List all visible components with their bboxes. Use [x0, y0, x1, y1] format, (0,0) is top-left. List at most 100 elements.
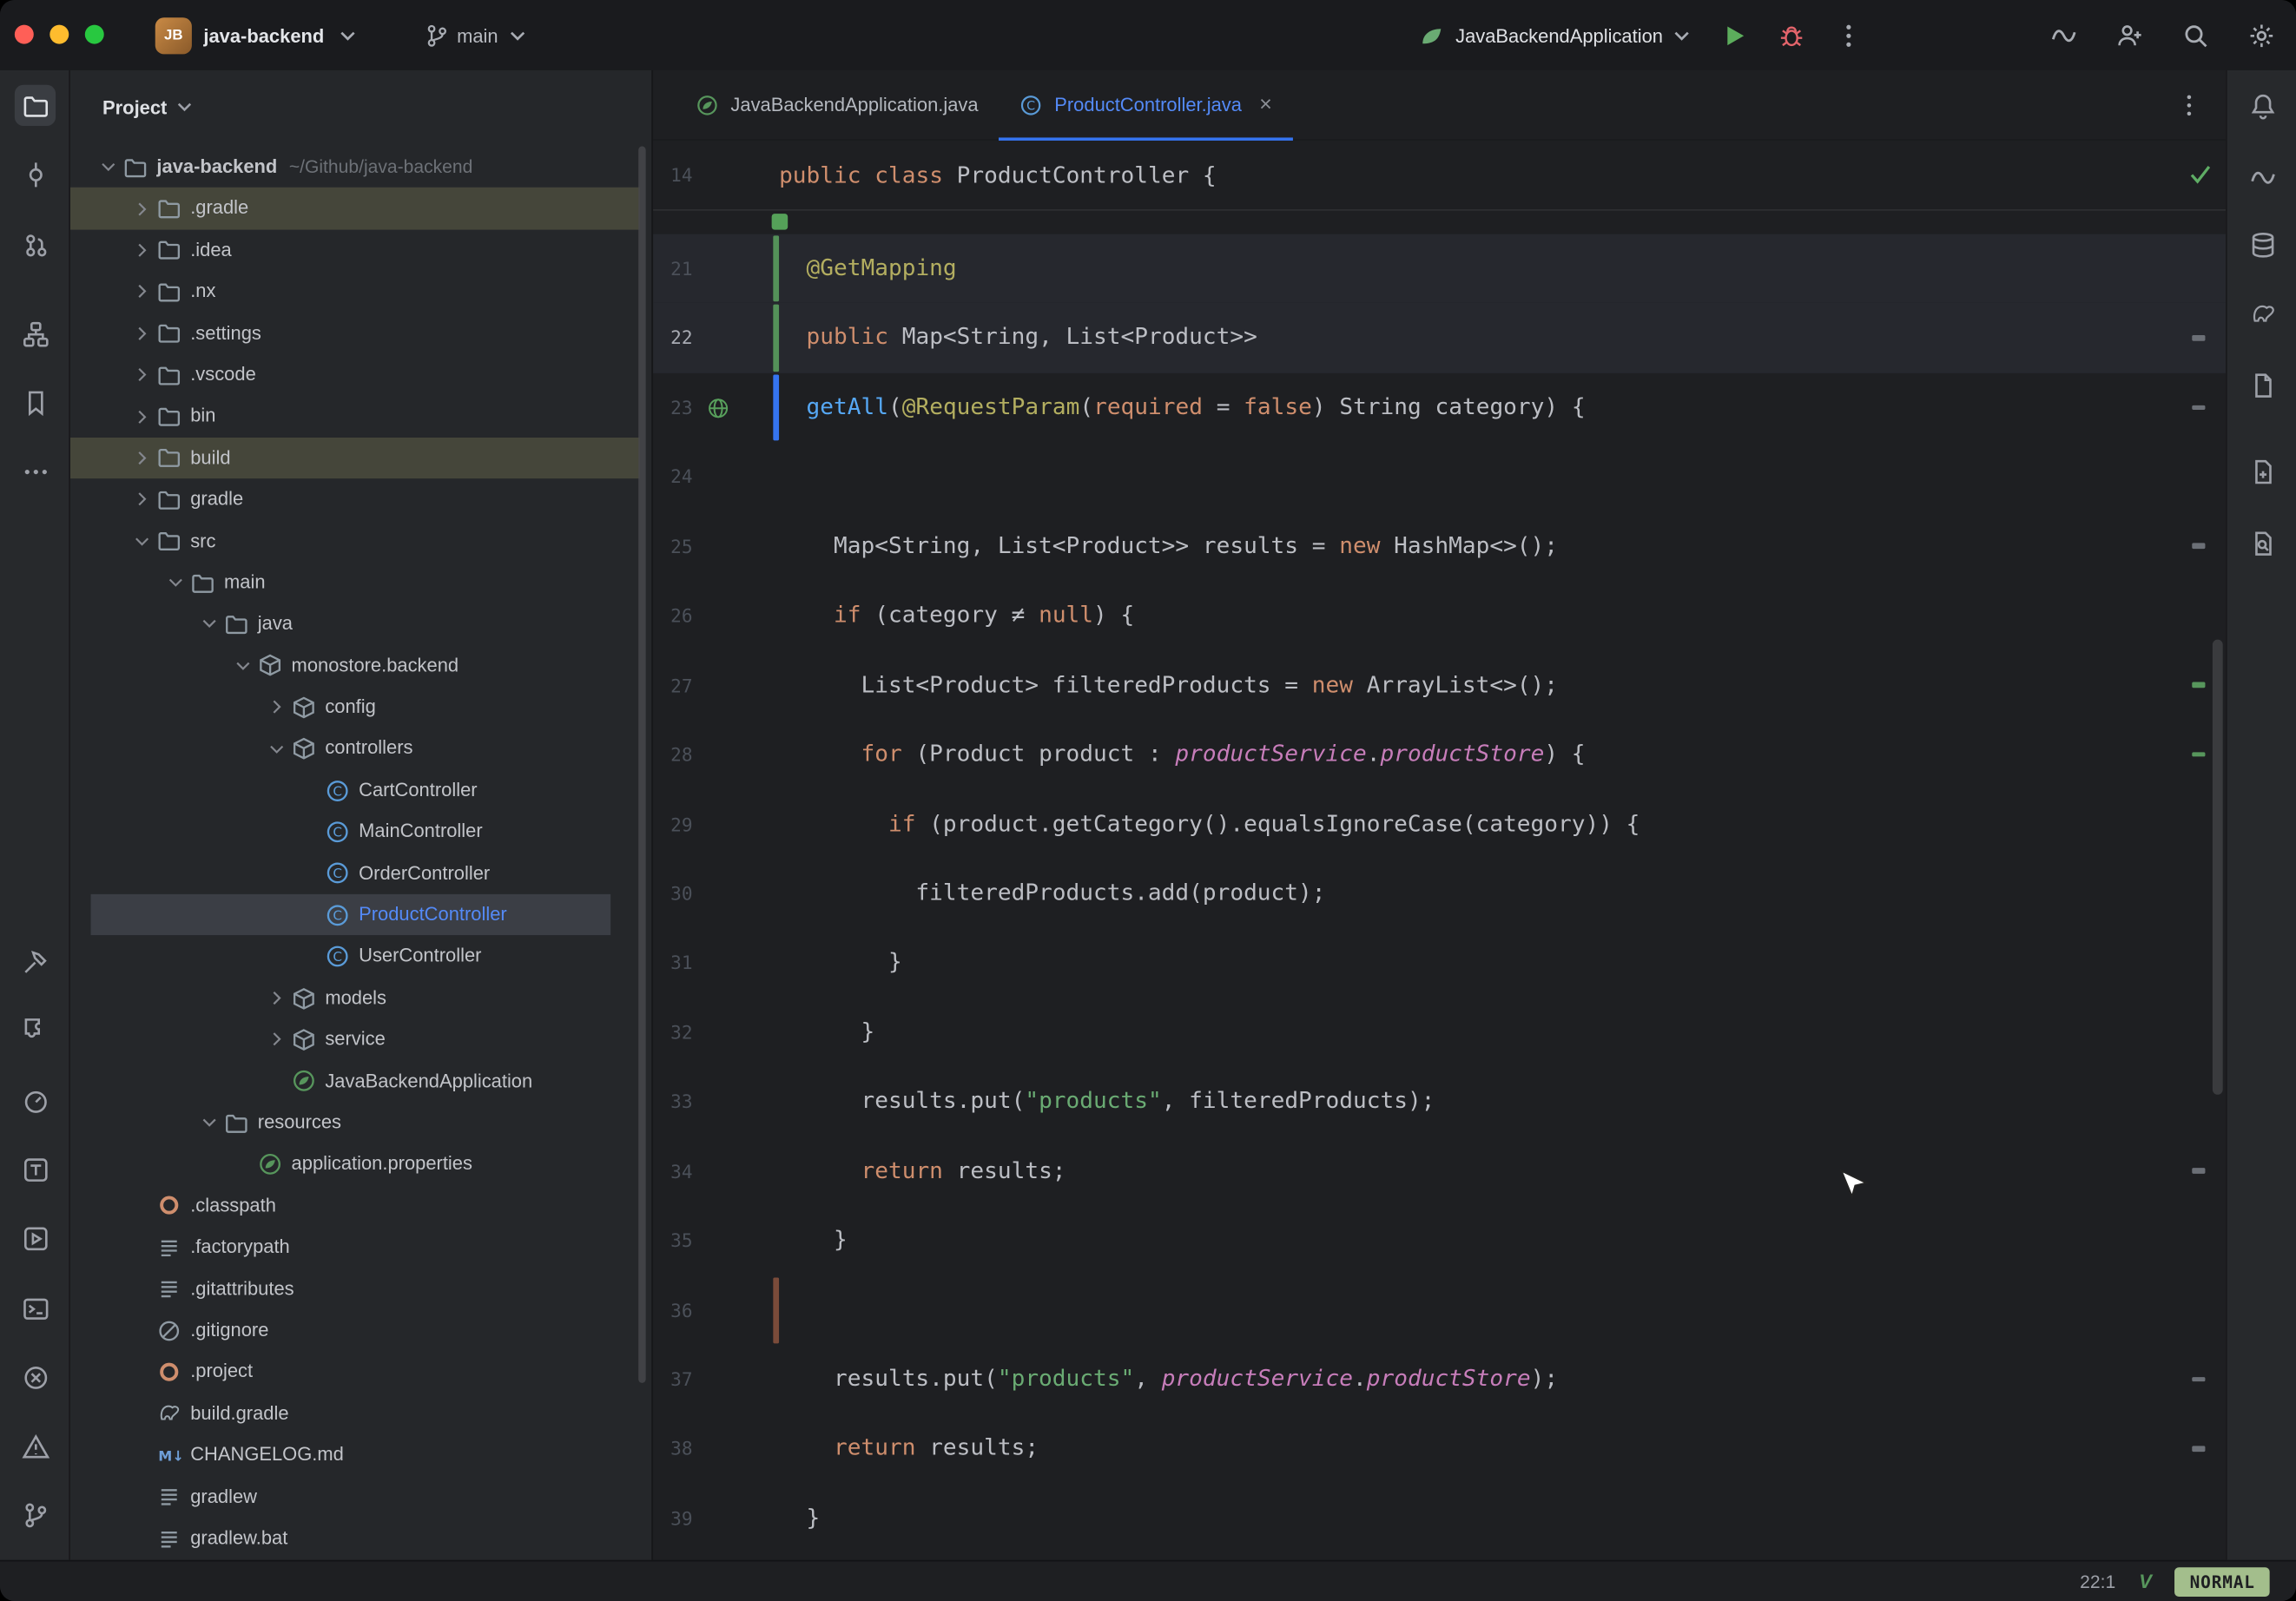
gutter[interactable]: 14	[653, 141, 779, 209]
code-line-28[interactable]: 28 for (Product product : productService…	[653, 720, 2226, 789]
search-everywhere-icon[interactable]	[2181, 21, 2209, 49]
tree-item-maincontroller[interactable]: CMainController	[70, 811, 651, 853]
editor-scrollbar[interactable]	[2213, 640, 2223, 1095]
profiler-button[interactable]	[15, 1080, 56, 1121]
zoom-window-button[interactable]	[85, 25, 104, 44]
tree-item-factorypath[interactable]: .factorypath	[70, 1227, 651, 1268]
tree-item-javabackendapplication[interactable]: JavaBackendApplication	[70, 1060, 651, 1102]
code-line-34[interactable]: 34 return results;	[653, 1137, 2226, 1206]
gutter[interactable]: 27	[653, 650, 779, 720]
gutter[interactable]: 33	[653, 1067, 779, 1137]
tree-item-build-gradle[interactable]: build.gradle	[70, 1393, 651, 1434]
dependencies-button[interactable]	[2242, 451, 2283, 491]
tree-item-resources[interactable]: resources	[70, 1102, 651, 1143]
code-line-22[interactable]: 22 public Map<String, List<Product>>	[653, 304, 2226, 373]
gutter[interactable]: 38	[653, 1414, 779, 1484]
line-number[interactable]: 35	[653, 1206, 693, 1275]
run-button[interactable]	[1720, 21, 1748, 49]
code-line-21[interactable]: 21 @GetMapping	[653, 234, 2226, 304]
line-number[interactable]: 21	[653, 234, 693, 304]
code-line-30[interactable]: 30 filteredProducts.add(product);	[653, 859, 2226, 928]
chevron-down-icon[interactable]	[1669, 23, 1694, 48]
chevron-right-icon[interactable]	[130, 446, 156, 470]
line-number[interactable]: 22	[653, 304, 693, 373]
line-number[interactable]: 23	[653, 373, 693, 443]
line-number[interactable]: 33	[653, 1067, 693, 1137]
gutter[interactable]: 37	[653, 1345, 779, 1414]
line-number[interactable]: 36	[653, 1275, 693, 1345]
more-tool-windows-button[interactable]	[15, 451, 56, 491]
chevron-right-icon[interactable]	[130, 239, 156, 262]
line-number[interactable]: 30	[653, 859, 693, 928]
tab-javabackendapplication-java[interactable]: JavaBackendApplication.java	[675, 69, 999, 140]
run-configuration-name[interactable]: JavaBackendApplication	[1455, 24, 1663, 46]
chevron-down-icon[interactable]	[265, 737, 291, 761]
tree-item-gitignore[interactable]: .gitignore	[70, 1309, 651, 1351]
build-button[interactable]	[15, 941, 56, 982]
vim-mode-badge[interactable]: NORMAL	[2175, 1566, 2270, 1596]
tree-item-controllers[interactable]: controllers	[70, 728, 651, 770]
code-line-35[interactable]: 35 }	[653, 1206, 2226, 1275]
tree-item-models[interactable]: models	[70, 978, 651, 1019]
chevron-down-icon[interactable]	[198, 1111, 224, 1135]
gutter[interactable]: 23	[653, 373, 779, 443]
chevron-down-icon[interactable]	[231, 654, 257, 677]
chevron-right-icon[interactable]	[265, 1028, 291, 1051]
more-run-options-icon[interactable]	[1834, 21, 1862, 49]
line-number[interactable]: 39	[653, 1484, 693, 1553]
chevron-down-icon[interactable]	[198, 612, 224, 636]
endpoint-globe-icon[interactable]	[706, 395, 731, 420]
code-line-31[interactable]: 31 }	[653, 928, 2226, 998]
gutter[interactable]: 26	[653, 581, 779, 650]
gutter[interactable]: 32	[653, 998, 779, 1067]
code-line-36[interactable]: 36	[653, 1275, 2226, 1345]
tree-item-gitattributes[interactable]: .gitattributes	[70, 1268, 651, 1310]
tree-item-java-backend[interactable]: java-backend~/Github/java-backend	[70, 147, 651, 188]
inspections-ok-icon[interactable]	[2187, 161, 2214, 187]
documentation-button[interactable]	[2242, 523, 2283, 563]
caret-position-widget[interactable]: 22:1	[2080, 1571, 2115, 1591]
line-number[interactable]: 27	[653, 650, 693, 720]
chevron-right-icon[interactable]	[265, 986, 291, 1010]
ideavim-icon[interactable]: V	[2139, 1571, 2152, 1592]
line-number[interactable]: 24	[653, 443, 693, 512]
tab-close-icon[interactable]: ×	[1259, 92, 1272, 117]
more-tabs-icon[interactable]	[2176, 91, 2202, 117]
tree-item-src[interactable]: src	[70, 520, 651, 562]
code-line-26[interactable]: 26 if (category ≠ null) {	[653, 581, 2226, 650]
tree-item-monostore-backend[interactable]: monostore.backend	[70, 645, 651, 687]
chevron-right-icon[interactable]	[130, 363, 156, 386]
code-with-me-icon[interactable]	[2116, 21, 2144, 49]
editor-body[interactable]: 14public class ProductController { 21 @G…	[653, 141, 2226, 1558]
line-number[interactable]: 38	[653, 1414, 693, 1484]
gutter[interactable]: 28	[653, 720, 779, 789]
settings-gear-icon[interactable]	[2247, 21, 2275, 49]
gradle-button[interactable]	[2242, 293, 2283, 333]
gutter[interactable]: 35	[653, 1206, 779, 1275]
code-line-27[interactable]: 27 List<Product> filteredProducts = new …	[653, 650, 2226, 720]
line-number[interactable]: 37	[653, 1345, 693, 1414]
line-number[interactable]: 26	[653, 581, 693, 650]
code-line-38[interactable]: 38 return results;	[653, 1414, 2226, 1484]
branch-widget[interactable]: main	[425, 0, 531, 70]
plugins-button[interactable]	[15, 1008, 56, 1049]
project-panel-header[interactable]: Project	[70, 70, 651, 143]
chevron-right-icon[interactable]	[130, 405, 156, 428]
code-line-24[interactable]: 24	[653, 443, 2226, 512]
tree-item-settings[interactable]: .settings	[70, 313, 651, 354]
chevron-right-icon[interactable]	[130, 280, 156, 304]
code-line-39[interactable]: 39 }	[653, 1484, 2226, 1553]
version-control-button[interactable]	[15, 1494, 56, 1535]
line-number[interactable]: 34	[653, 1137, 693, 1206]
tree-item-vscode[interactable]: .vscode	[70, 354, 651, 396]
gutter[interactable]: 31	[653, 928, 779, 998]
tree-item-java[interactable]: java	[70, 603, 651, 645]
tree-item-build[interactable]: build	[70, 438, 651, 479]
maven-button[interactable]	[2242, 365, 2283, 405]
sticky-line-14[interactable]: 14public class ProductController {	[653, 141, 2226, 211]
services-button[interactable]	[15, 1217, 56, 1258]
gutter[interactable]: 34	[653, 1137, 779, 1206]
gutter[interactable]: 39	[653, 1484, 779, 1553]
pull-requests-button[interactable]	[15, 224, 56, 265]
debug-button[interactable]	[1777, 21, 1804, 49]
